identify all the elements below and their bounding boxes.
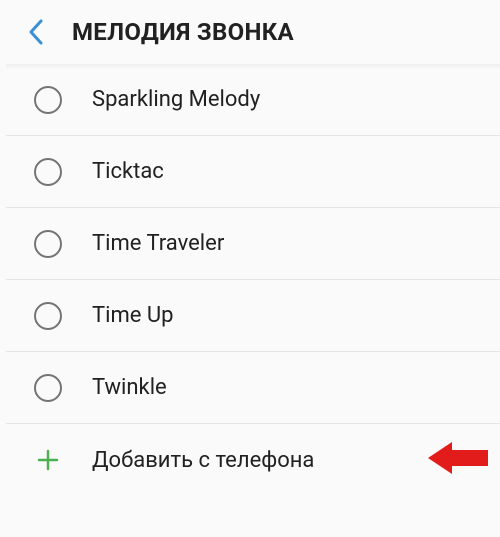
radio-icon[interactable] [34, 374, 62, 402]
ringtone-label: Time Traveler [92, 231, 224, 256]
radio-icon[interactable] [34, 158, 62, 186]
page-title: МЕЛОДИЯ ЗВОНКА [72, 18, 294, 46]
annotation-arrow-icon [428, 440, 488, 480]
add-from-phone[interactable]: Добавить с телефона [6, 424, 500, 496]
ringtone-label: Twinkle [92, 375, 167, 400]
radio-icon[interactable] [34, 86, 62, 114]
chevron-left-icon [27, 18, 45, 46]
ringtone-item[interactable]: Twinkle [6, 352, 500, 424]
radio-icon[interactable] [34, 302, 62, 330]
back-button[interactable] [16, 12, 56, 52]
ringtone-label: Sparkling Melody [92, 87, 260, 112]
ringtone-item[interactable]: Ticktac [6, 136, 500, 208]
ringtone-label: Time Up [92, 303, 174, 328]
ringtone-item[interactable]: Sparkling Melody [6, 64, 500, 136]
header: МЕЛОДИЯ ЗВОНКА [0, 0, 500, 64]
ringtone-item[interactable]: Time Traveler [6, 208, 500, 280]
add-from-phone-label: Добавить с телефона [92, 448, 314, 473]
radio-icon[interactable] [34, 230, 62, 258]
ringtone-list: Sparkling Melody Ticktac Time Traveler T… [0, 64, 500, 496]
plus-icon [34, 446, 62, 474]
ringtone-label: Ticktac [92, 159, 164, 184]
ringtone-item[interactable]: Time Up [6, 280, 500, 352]
